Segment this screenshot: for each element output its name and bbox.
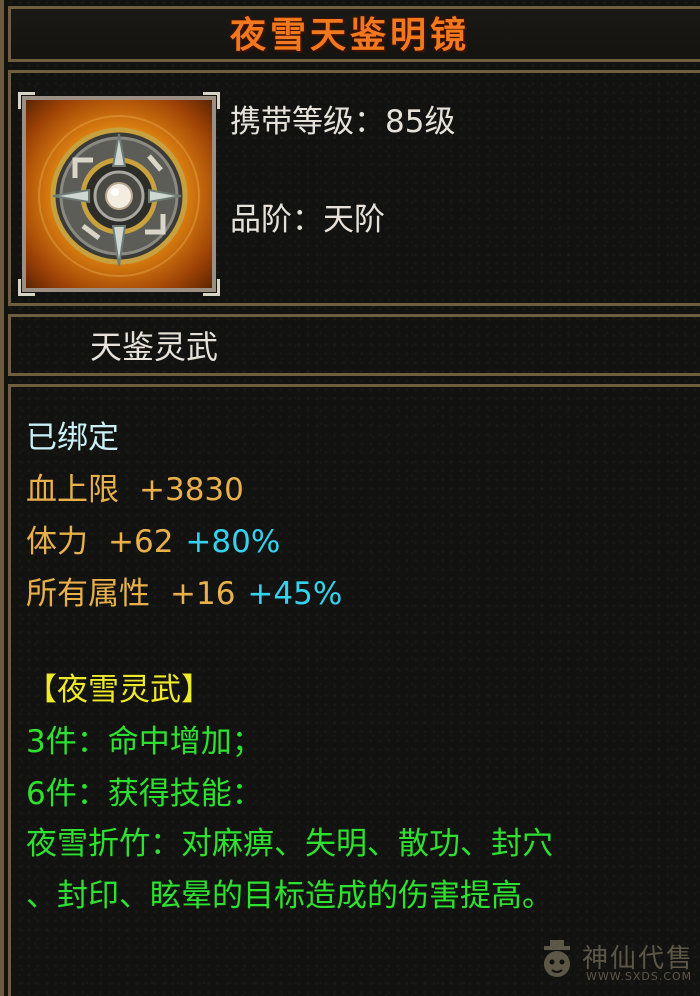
stat-all-value: +16 xyxy=(170,576,236,612)
set-name: 【夜雪灵武】 xyxy=(26,672,212,708)
set-bonus-6: 6件：获得技能： xyxy=(26,776,263,812)
item-grade: 品阶：天阶 xyxy=(230,202,385,238)
set-skill-desc-2: 、封印、眩晕的目标造成的伤害提高。 xyxy=(26,878,553,914)
stat-all-bonus: +45% xyxy=(247,576,343,612)
set-bonus-3: 3件：命中增加； xyxy=(26,724,263,760)
watermark: 神仙代售 WWW.SXDS.COM xyxy=(538,936,698,992)
stat-hp: 血上限 +3830 xyxy=(26,464,244,509)
watermark-url: WWW.SXDS.COM xyxy=(586,970,693,983)
item-title: 夜雪天鉴明镜 xyxy=(229,14,470,56)
stat-all-attributes: 所有属性 +16 +45% xyxy=(26,568,342,613)
carry-level: 携带等级：85级 xyxy=(230,104,456,140)
stat-stamina-bonus: +80% xyxy=(185,524,281,560)
stat-stamina-value: +62 xyxy=(108,524,174,560)
item-icon-frame[interactable] xyxy=(18,92,220,296)
item-category: 天鉴灵武 xyxy=(90,328,219,366)
stat-stamina: 体力 +62 +80% xyxy=(26,516,280,561)
cat-mascot-icon xyxy=(544,940,570,977)
stat-all-label: 所有属性 xyxy=(26,576,150,612)
stat-hp-value: +3830 xyxy=(139,472,244,508)
stat-stamina-label: 体力 xyxy=(26,524,88,560)
stat-hp-label: 血上限 xyxy=(26,472,119,508)
item-tooltip-panel: 夜雪天鉴明镜 携带等级：85级 品阶：天阶 天鉴灵武 已绑定 血上限 +3830… xyxy=(0,0,700,996)
set-skill-desc-1: 夜雪折竹：对麻痹、失明、散功、封穴 xyxy=(26,826,553,862)
bound-status: 已绑定 xyxy=(26,420,119,456)
mirror-disc-icon xyxy=(38,115,200,277)
frame-left-border xyxy=(0,0,4,996)
